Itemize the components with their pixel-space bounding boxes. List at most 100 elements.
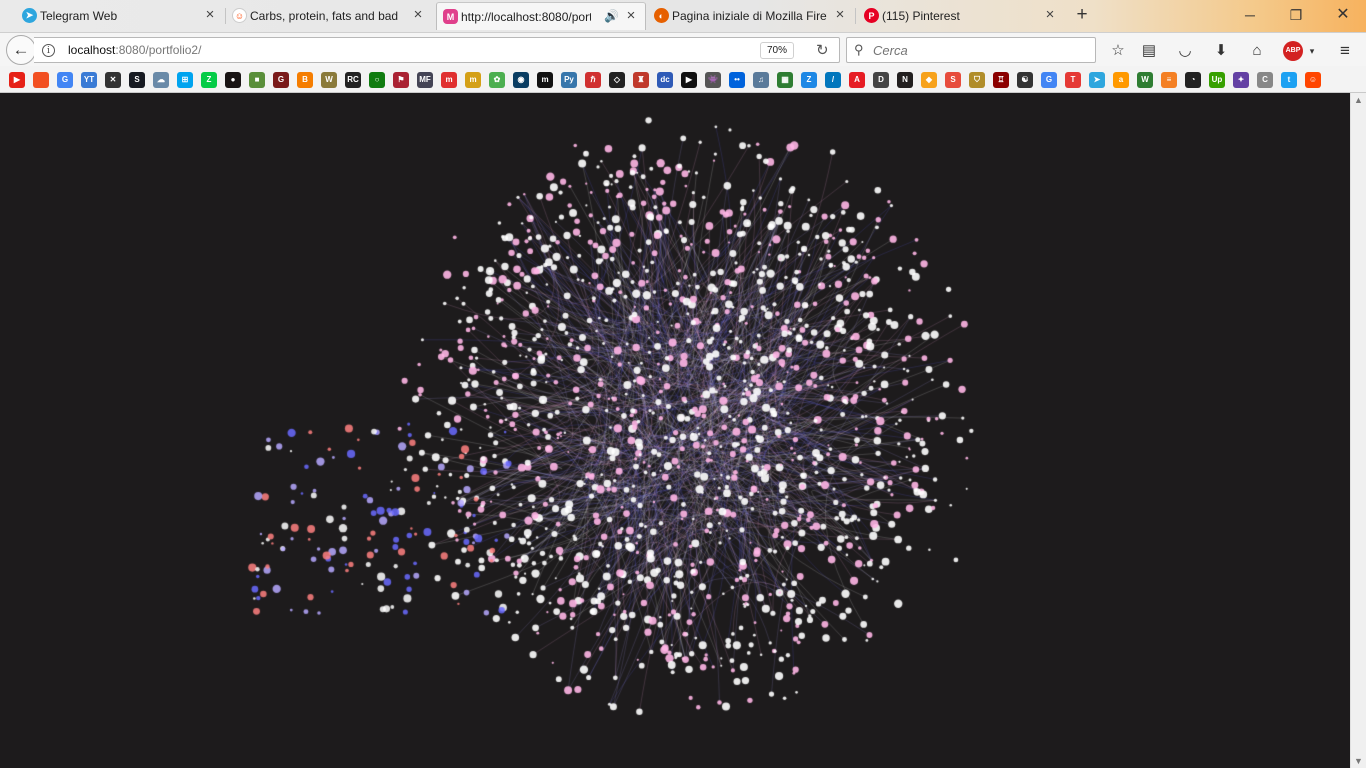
translate-icon[interactable]: G <box>1041 72 1057 88</box>
rc-icon[interactable]: RC <box>345 72 361 88</box>
telegram-bm-icon[interactable]: ➤ <box>1089 72 1105 88</box>
twitch-icon[interactable]: ✦ <box>1233 72 1249 88</box>
minimize-button[interactable]: ─ <box>1237 4 1263 26</box>
yinyang-icon[interactable]: ☯ <box>1017 72 1033 88</box>
url-bar[interactable]: i localhost:8080/portfolio2/ 70% ↻ <box>34 37 840 63</box>
zoom-indicator[interactable]: 70% <box>760 42 795 59</box>
firefox-icon: ◐ <box>654 8 669 23</box>
t-icon[interactable]: T <box>1065 72 1081 88</box>
h-icon[interactable]: ℏ <box>585 72 601 88</box>
slash-icon[interactable]: / <box>825 72 841 88</box>
upwork-icon[interactable]: Up <box>1209 72 1225 88</box>
info-icon[interactable]: i <box>42 44 55 57</box>
google-icon[interactable]: G <box>57 72 73 88</box>
deviantart-icon[interactable]: Z <box>201 72 217 88</box>
navigation-bar: ← i localhost:8080/portfolio2/ 70% ↻ ⚲ ☆… <box>0 32 1366 66</box>
reading-list-icon[interactable]: ▤ <box>1139 41 1159 61</box>
url-host: localhost <box>68 43 116 57</box>
tab-firefox[interactable]: ◐ Pagina iniziale di Mozilla Firefox × <box>648 2 854 30</box>
xbox-icon[interactable]: ✕ <box>105 72 121 88</box>
close-icon[interactable]: × <box>202 7 218 23</box>
mf-icon[interactable]: MF <box>417 72 433 88</box>
scroll-down-icon[interactable]: ▼ <box>1354 756 1363 766</box>
tab-title: Carbs, protein, fats and bad ch <box>250 9 400 23</box>
play-dark-icon[interactable]: ▶ <box>681 72 697 88</box>
close-window-button[interactable]: ✕ <box>1330 4 1356 26</box>
bookmark-green-icon[interactable]: W <box>1137 72 1153 88</box>
tab-title: http://localhost:8080/portfo <box>461 9 591 24</box>
tab-localhost[interactable]: M http://localhost:8080/portfo 🔊 × <box>436 2 646 30</box>
dc-icon[interactable]: dc <box>657 72 673 88</box>
page-viewport[interactable] <box>0 93 1350 768</box>
particle-network-canvas[interactable] <box>0 93 1350 768</box>
tab-reddit[interactable]: ☺ Carbs, protein, fats and bad ch × <box>226 2 432 30</box>
adblock-icon[interactable]: ABP <box>1283 41 1303 61</box>
diamond-icon[interactable]: ◆ <box>921 72 937 88</box>
blogger-icon[interactable]: B <box>297 72 313 88</box>
minecraft-icon[interactable]: ■ <box>249 72 265 88</box>
github-icon[interactable]: ◔ <box>1185 72 1201 88</box>
tab-telegram[interactable]: ➤ Telegram Web × <box>16 2 224 30</box>
browser-chrome: ➤ Telegram Web × ☺ Carbs, protein, fats … <box>0 0 1366 93</box>
search-input[interactable] <box>873 42 1088 59</box>
audio-icon[interactable]: ♫ <box>753 72 769 88</box>
shield-gold-icon[interactable]: ⛉ <box>969 72 985 88</box>
home-icon[interactable]: ⌂ <box>1247 41 1267 61</box>
yt-mp3-icon[interactable]: YT <box>81 72 97 88</box>
back-button[interactable]: ← <box>6 35 36 65</box>
close-icon[interactable]: × <box>410 7 426 23</box>
close-icon[interactable]: × <box>832 7 848 23</box>
netflix-icon[interactable]: N <box>897 72 913 88</box>
grid-icon[interactable]: ▦ <box>777 72 793 88</box>
flag-icon[interactable]: ⚑ <box>393 72 409 88</box>
maximize-button[interactable]: ❐ <box>1283 4 1309 26</box>
bar-icon[interactable]: m <box>465 72 481 88</box>
adobe-icon[interactable]: A <box>849 72 865 88</box>
reload-icon[interactable]: ↻ <box>816 41 829 59</box>
url-path: :8080/portfolio2/ <box>115 43 202 57</box>
s-red-icon[interactable]: S <box>945 72 961 88</box>
medium-icon[interactable]: m <box>537 72 553 88</box>
pocket-icon[interactable]: ◡ <box>1175 41 1195 61</box>
steam-icon[interactable]: S <box>129 72 145 88</box>
close-icon[interactable]: × <box>623 8 639 24</box>
flickr-icon[interactable]: •• <box>729 72 745 88</box>
xbox-circle-icon[interactable]: ○ <box>369 72 385 88</box>
spotify-icon[interactable]: ● <box>225 72 241 88</box>
menu-icon[interactable]: ≡ <box>1335 41 1355 61</box>
bookmark-star-icon[interactable]: ☆ <box>1108 41 1128 61</box>
game-2-icon[interactable]: W <box>321 72 337 88</box>
castle-icon[interactable]: ♖ <box>993 72 1009 88</box>
speaker-icon[interactable]: 🔊 <box>604 9 619 23</box>
scroll-up-icon[interactable]: ▲ <box>1354 95 1363 105</box>
url-text[interactable]: localhost:8080/portfolio2/ <box>68 43 201 57</box>
windows-icon[interactable]: ⊞ <box>177 72 193 88</box>
twitter-icon[interactable]: t <box>1281 72 1297 88</box>
circle-dark-icon[interactable]: ◉ <box>513 72 529 88</box>
m-icon[interactable]: m <box>441 72 457 88</box>
tab-pinterest[interactable]: P (115) Pinterest × <box>858 2 1064 30</box>
chevron-down-icon[interactable]: ▾ <box>1302 41 1322 61</box>
palm-icon[interactable]: ✿ <box>489 72 505 88</box>
game-icon[interactable]: G <box>273 72 289 88</box>
amazon-icon[interactable]: a <box>1113 72 1129 88</box>
youtube-icon[interactable]: ▶ <box>9 72 25 88</box>
pinterest-icon: P <box>864 8 879 23</box>
shield-red-icon[interactable]: ♜ <box>633 72 649 88</box>
invader-icon[interactable]: 👾 <box>705 72 721 88</box>
z-blue-icon[interactable]: Z <box>801 72 817 88</box>
download-icon[interactable]: ⬇ <box>1211 41 1231 61</box>
cloud-icon[interactable]: ☁ <box>153 72 169 88</box>
reddit-bm-icon[interactable]: ☺ <box>1305 72 1321 88</box>
close-icon[interactable]: × <box>1042 7 1058 23</box>
tab-title: (115) Pinterest <box>882 9 960 23</box>
d-icon[interactable]: D <box>873 72 889 88</box>
microsoft-icon[interactable] <box>33 72 49 88</box>
python-icon[interactable]: Py <box>561 72 577 88</box>
c-icon[interactable]: C <box>1257 72 1273 88</box>
unity-icon[interactable]: ◇ <box>609 72 625 88</box>
vertical-scrollbar[interactable]: ▲ ▼ <box>1350 93 1366 768</box>
stack-icon[interactable]: ≡ <box>1161 72 1177 88</box>
new-tab-button[interactable]: + <box>1072 5 1092 26</box>
search-bar[interactable]: ⚲ <box>846 37 1096 63</box>
